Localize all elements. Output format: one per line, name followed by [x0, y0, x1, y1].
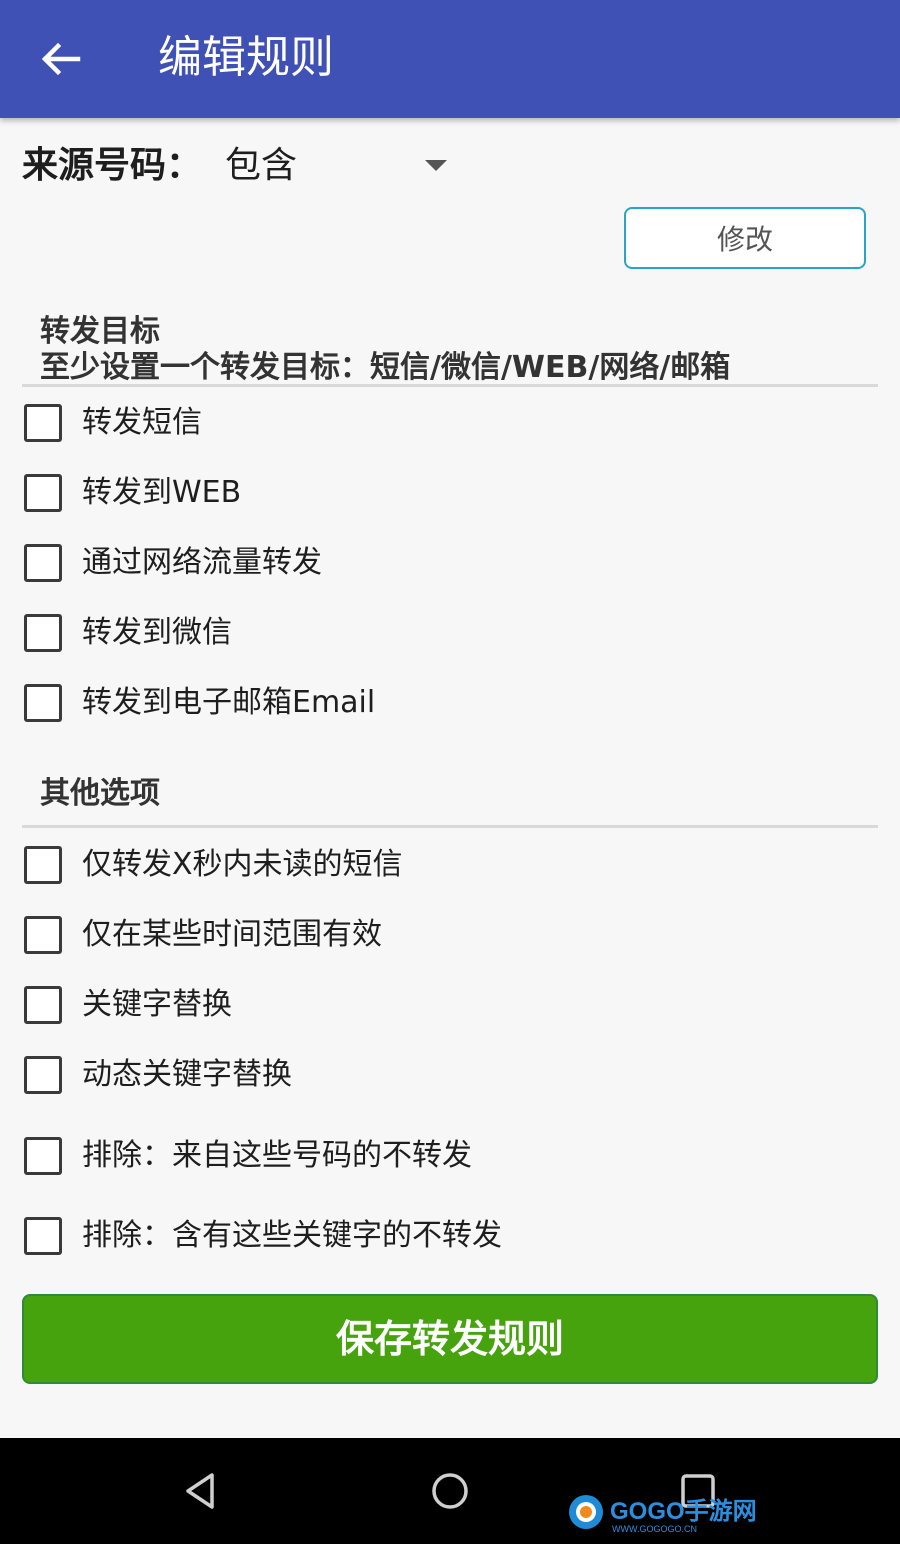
source-match-dropdown[interactable]: 包含 [225, 140, 455, 192]
checkbox-box[interactable] [24, 1137, 62, 1175]
nav-home-icon[interactable] [428, 1469, 472, 1513]
checkbox-dynamic-keyword-replace[interactable]: 动态关键字替换 [24, 1049, 292, 1101]
watermark-text: GOGO手游网 [610, 1497, 756, 1525]
targets-section-title: 转发目标 [40, 314, 160, 349]
checkbox-label: 关键字替换 [82, 987, 232, 1022]
checkbox-exclude-numbers[interactable]: 排除：来自这些号码的不转发 [24, 1130, 472, 1182]
checkbox-box[interactable] [24, 986, 62, 1024]
checkbox-box[interactable] [24, 1217, 62, 1255]
checkbox-forward-wechat[interactable]: 转发到微信 [24, 607, 232, 659]
checkbox-box[interactable] [24, 544, 62, 582]
checkbox-label: 仅在某些时间范围有效 [82, 917, 382, 952]
source-match-value: 包含 [225, 145, 298, 186]
checkbox-label: 转发短信 [82, 405, 202, 440]
watermark-url: WWW.GOGOGO.CN [612, 1524, 697, 1534]
checkbox-label: 通过网络流量转发 [82, 545, 322, 580]
checkbox-forward-email[interactable]: 转发到电子邮箱Email [24, 677, 375, 729]
checkbox-label: 仅转发X秒内未读的短信 [82, 847, 403, 882]
others-section-title: 其他选项 [40, 776, 160, 811]
gogo-watermark-logo: GOGO手游网 WWW.GOGOGO.CN [566, 1488, 757, 1536]
checkbox-forward-network[interactable]: 通过网络流量转发 [24, 537, 322, 589]
checkbox-box[interactable] [24, 916, 62, 954]
checkbox-keyword-replace[interactable]: 关键字替换 [24, 979, 232, 1031]
checkbox-forward-sms[interactable]: 转发短信 [24, 397, 202, 449]
checkbox-label: 排除：来自这些号码的不转发 [82, 1138, 472, 1173]
checkbox-label: 动态关键字替换 [82, 1057, 292, 1092]
back-button[interactable] [36, 34, 86, 84]
checkbox-box[interactable] [24, 846, 62, 884]
nav-back-icon[interactable] [179, 1469, 223, 1513]
checkbox-label: 排除：含有这些关键字的不转发 [82, 1218, 502, 1253]
checkbox-label: 转发到电子邮箱Email [82, 685, 376, 720]
page-title: 编辑规则 [158, 32, 334, 83]
checkbox-time-range[interactable]: 仅在某些时间范围有效 [24, 909, 382, 961]
checkbox-box[interactable] [24, 614, 62, 652]
checkbox-box[interactable] [24, 474, 62, 512]
checkbox-unread-seconds[interactable]: 仅转发X秒内未读的短信 [24, 839, 403, 891]
checkbox-box[interactable] [24, 1056, 62, 1094]
targets-section-subtitle: 至少设置一个转发目标：短信/微信/WEB/网络/邮箱 [40, 350, 731, 385]
checkbox-box[interactable] [24, 684, 62, 722]
checkbox-box[interactable] [24, 404, 62, 442]
save-rule-button[interactable]: 保存转发规则 [22, 1294, 878, 1384]
arrow-back-icon [41, 42, 81, 76]
targets-divider [22, 384, 878, 387]
checkbox-label: 转发到WEB [82, 475, 242, 510]
source-number-label: 来源号码： [22, 145, 203, 186]
checkbox-exclude-keywords[interactable]: 排除：含有这些关键字的不转发 [24, 1210, 502, 1262]
checkbox-forward-web[interactable]: 转发到WEB [24, 467, 241, 519]
others-divider [22, 825, 878, 828]
modify-button[interactable]: 修改 [624, 207, 866, 269]
app-bar: 编辑规则 [0, 0, 900, 118]
system-nav-bar [0, 1438, 900, 1544]
dropdown-arrow-icon [425, 160, 447, 171]
checkbox-label: 转发到微信 [82, 615, 232, 650]
